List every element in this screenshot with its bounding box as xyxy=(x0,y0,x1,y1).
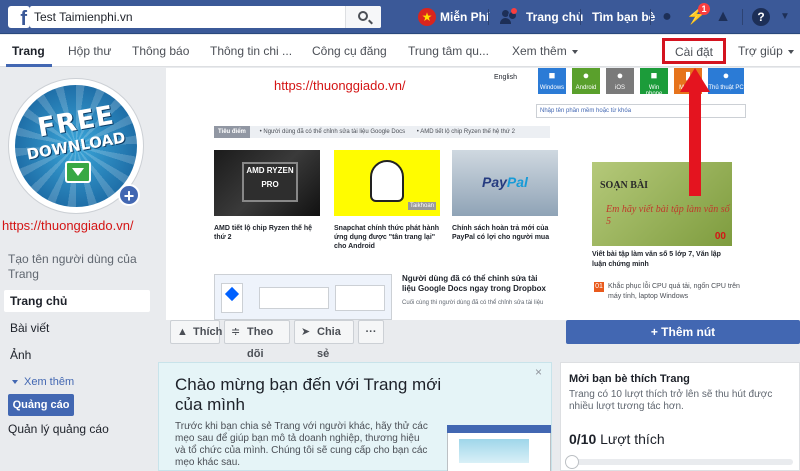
sidebar-item-posts[interactable]: Bài viết xyxy=(4,317,150,339)
snapchat-ghost-icon xyxy=(370,160,404,202)
chevron-down-icon xyxy=(571,49,578,54)
invite-title: Mời bạn bè thích Trang xyxy=(569,373,690,385)
add-button[interactable]: + Thêm nút xyxy=(566,320,800,344)
likes-progress-knob xyxy=(565,455,579,469)
tab-see-more[interactable]: Xem thêm xyxy=(512,44,578,58)
share-arrow-icon: ➤ xyxy=(301,326,311,338)
divider xyxy=(742,9,743,25)
friend-requests-icon[interactable]: ● xyxy=(658,8,676,26)
language-label: English xyxy=(494,74,517,81)
os-category-strip: ■Windows ●Android ●iOS ■Win phone ▮Mobil… xyxy=(538,68,746,97)
apple-icon: ● xyxy=(616,70,624,82)
nav-find-friends-link[interactable]: Tìm bạn bè xyxy=(592,10,655,24)
article-image-paypal: PayPal xyxy=(452,150,558,216)
people-icon[interactable] xyxy=(500,8,518,26)
tab-support-center[interactable]: Trung tâm qu... xyxy=(408,44,489,58)
sidebar-item-home[interactable]: Trang chủ xyxy=(4,290,150,312)
create-username-link[interactable]: Tạo tên người dùng của Trang xyxy=(8,252,152,282)
site-search-field: Nhập tên phần mềm hoặc từ khóa xyxy=(536,104,746,118)
chevron-down-icon xyxy=(12,380,18,385)
rss-icon: ≑ xyxy=(231,326,241,338)
manage-ads-link[interactable]: Quản lý quảng cáo xyxy=(8,422,109,436)
os-windows: ■ Windows xyxy=(538,68,566,94)
tab-page[interactable]: Trang xyxy=(12,44,45,58)
search-icon xyxy=(358,11,368,21)
sidebar-see-more[interactable]: Xem thêm xyxy=(4,371,150,393)
article-caption: Snapchat chính thức phát hành ứng dụng đ… xyxy=(334,225,440,250)
os-winphone: ■ Win phone xyxy=(640,68,668,97)
article-caption: Chính sách hoàn trả mới của PayPal có lợ… xyxy=(452,225,550,241)
news-ticker: Tiêu điểm • Người dùng đã có thể chỉnh s… xyxy=(214,126,550,138)
article-summary: Cuối cùng thì người dùng đã có thể chỉnh… xyxy=(402,300,544,306)
more-options-button[interactable]: ··· xyxy=(358,320,384,344)
notifications-bell-icon[interactable]: ▲ xyxy=(714,8,732,26)
account-menu-caret-icon[interactable]: ▼ xyxy=(776,8,794,26)
search-button[interactable] xyxy=(345,6,381,28)
nav-free-link[interactable]: Miễn Phí xyxy=(440,10,489,24)
welcome-card: Chào mừng bạn đến với Trang mới của mình… xyxy=(158,362,552,471)
android-icon: ● xyxy=(582,70,590,82)
likes-progress-bar xyxy=(569,459,793,465)
ads-button[interactable]: Quảng cáo xyxy=(8,394,74,416)
watermark-text: https://thuonggiado.vn/ xyxy=(2,218,134,233)
active-tab-underline xyxy=(6,64,52,67)
page-nav: Trang chủ Bài viết Ảnh Xem thêm xyxy=(4,290,150,398)
welcome-illustration xyxy=(439,415,551,471)
article-image-dropbox xyxy=(214,274,392,320)
article-image-soanbai: SOẠN BÀI Em hãy viết bài tập làm văn số … xyxy=(592,162,732,246)
invite-subtitle: Trang có 10 lượt thích trở lên sẽ thu hú… xyxy=(569,389,773,412)
page-action-row: ▲ Thích ≑ Theo dõi ➤ Chia sẻ ··· + Thêm nút xyxy=(166,320,800,360)
tab-notifications[interactable]: Thông báo xyxy=(132,44,189,58)
article-image-amd: AMD RYZEN PRO xyxy=(214,150,320,216)
article-image-snapchat: Taikhoan xyxy=(334,150,440,216)
windows-icon: ■ xyxy=(548,70,556,82)
messages-badge: 1 xyxy=(698,3,710,15)
vietnam-flag-icon: ★ xyxy=(418,8,436,26)
sidebar-item-photos[interactable]: Ảnh xyxy=(4,344,150,366)
article-title: Người dùng đã có thể chỉnh sửa tài liệu … xyxy=(402,274,547,293)
add-photo-plus-icon[interactable]: + xyxy=(118,184,140,206)
help-icon[interactable]: ? xyxy=(752,8,770,26)
divider xyxy=(580,9,581,25)
like-button[interactable]: ▲ Thích xyxy=(170,320,222,344)
share-button[interactable]: ➤ Chia sẻ xyxy=(294,320,354,360)
tab-help[interactable]: Trợ giúp xyxy=(738,44,794,58)
divider xyxy=(488,9,489,25)
likes-counter: 0/10 Lượt thích xyxy=(569,431,665,447)
os-android: ● Android xyxy=(572,68,600,94)
tab-publishing-tools[interactable]: Công cụ đăng xyxy=(312,44,387,58)
tab-settings[interactable]: Cài đặt xyxy=(665,45,723,59)
close-icon[interactable]: × xyxy=(535,365,542,379)
top-navigation-bar: f ★ Miễn Phí Trang chủ Tìm bạn bè ● ⚡ 1 … xyxy=(0,0,800,34)
nav-home-link[interactable]: Trang chủ xyxy=(526,10,583,24)
watermark-text: https://thuonggiado.vn/ xyxy=(274,78,406,93)
facebook-logo-icon[interactable]: f xyxy=(8,6,30,30)
windows-phone-icon: ■ xyxy=(650,70,658,82)
download-arrow-icon xyxy=(65,161,91,183)
article-caption: Viết bài tập làm văn số 5 lớp 7, Văn lập… xyxy=(592,251,721,268)
tab-insights[interactable]: Thông tin chi ... xyxy=(210,44,292,58)
search-input[interactable] xyxy=(34,9,334,25)
page-tab-bar: Trang Hộp thư Thông báo Thông tin chi ..… xyxy=(0,35,800,67)
left-sidebar: FREE DOWNLOAD + https://thuonggiado.vn/ … xyxy=(0,68,158,471)
lightbulb-icon: ● xyxy=(722,70,730,82)
chevron-down-icon xyxy=(787,49,794,54)
os-ios: ● iOS xyxy=(606,68,634,94)
search-box[interactable] xyxy=(30,6,381,28)
invite-friends-card: Mời bạn bè thích Trang Trang có 10 lượt … xyxy=(560,362,800,471)
welcome-body: Trước khi bạn chia sẻ Trang với người kh… xyxy=(175,421,428,468)
tab-settings-highlighted[interactable]: Cài đặt xyxy=(662,38,726,64)
tab-inbox[interactable]: Hộp thư xyxy=(68,44,111,58)
article-caption: AMD tiết lộ chip Ryzen thế hệ thứ 2 xyxy=(214,225,313,241)
thumbs-up-icon: ▲ xyxy=(177,326,188,338)
news-item: 01 Khắc phục lỗi CPU quá tải, ngốn CPU tr… xyxy=(594,282,740,300)
follow-button[interactable]: ≑ Theo dõi xyxy=(224,320,290,360)
divider xyxy=(650,9,651,25)
os-pc-tips: ● Thủ thuật PC xyxy=(708,68,744,94)
annotation-arrow xyxy=(680,68,710,196)
welcome-title: Chào mừng bạn đến với Trang mới của mình xyxy=(175,375,442,414)
